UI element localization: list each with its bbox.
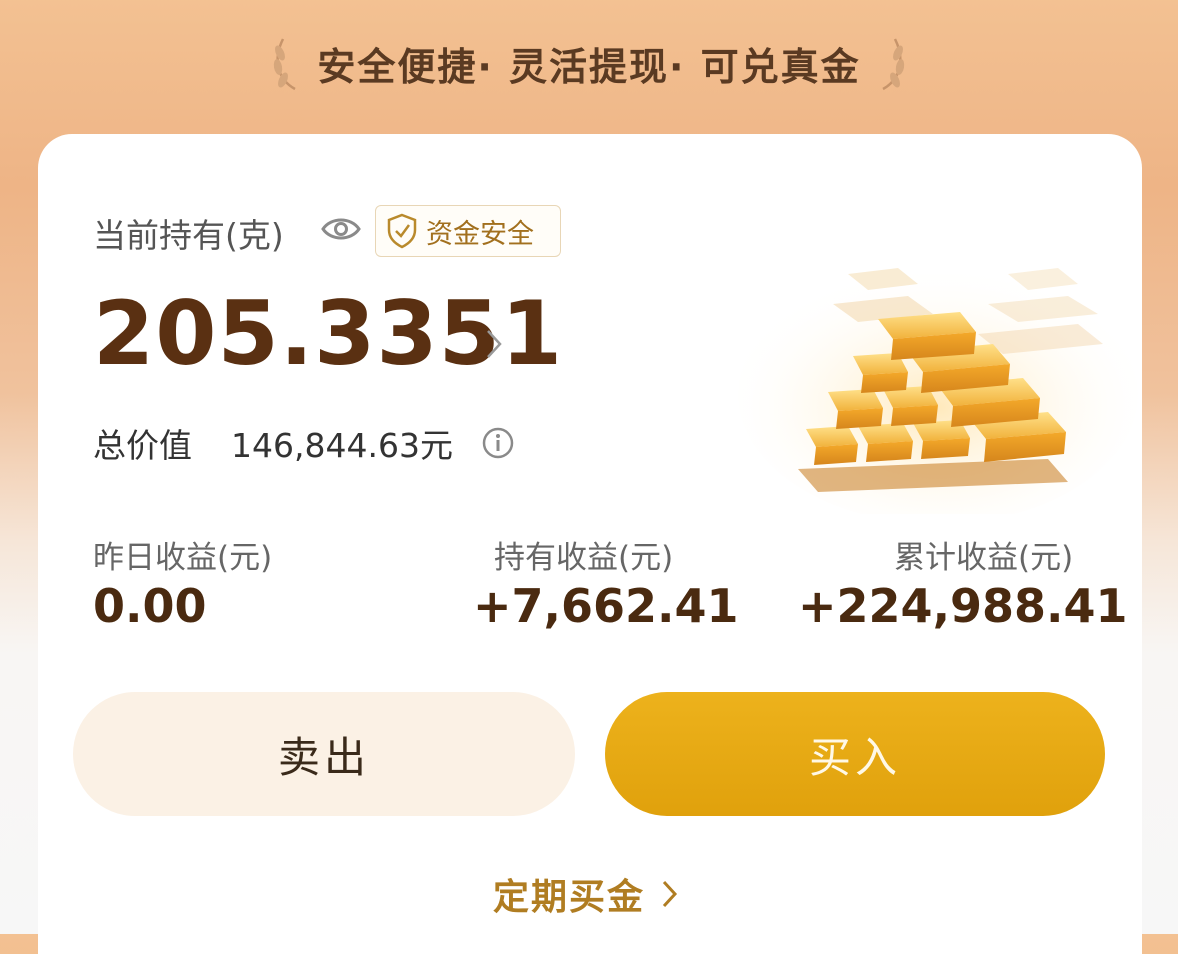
total-value-label: 总价值 bbox=[93, 426, 192, 465]
buy-button-label: 买入 bbox=[808, 733, 901, 781]
chevron-right-icon bbox=[662, 880, 678, 908]
laurel-left-icon bbox=[274, 37, 296, 90]
stat-yesterday-value: 0.00 bbox=[93, 579, 207, 633]
gold-bars-image bbox=[738, 264, 1138, 514]
regular-buy-label: 定期买金 bbox=[493, 877, 646, 918]
shield-check-icon bbox=[387, 213, 417, 249]
laurel-right-icon bbox=[882, 37, 904, 90]
holding-label: 当前持有(克) bbox=[93, 216, 284, 255]
sell-button-label: 卖出 bbox=[277, 733, 370, 781]
stat-holding-value: +7,662.41 bbox=[473, 579, 739, 633]
banner-slogan: 安全便捷· 灵活提现· 可兑真金 bbox=[317, 45, 861, 89]
eye-icon[interactable] bbox=[321, 214, 361, 244]
badge-text: 资金安全 bbox=[426, 218, 534, 250]
stat-holding-label: 持有收益(元) bbox=[494, 540, 674, 576]
sell-button[interactable]: 卖出 bbox=[73, 692, 575, 816]
info-icon[interactable] bbox=[481, 426, 515, 460]
total-value-amount: 146,844.63元 bbox=[231, 426, 453, 465]
stat-cumulative-label: 累计收益(元) bbox=[894, 540, 1074, 576]
fund-safety-badge: 资金安全 bbox=[375, 205, 561, 257]
holding-card: 当前持有(克) 资金安全 205.3351 总价值 146,844.63元 昨日… bbox=[38, 134, 1142, 954]
chevron-right-icon[interactable] bbox=[483, 326, 505, 362]
buy-button[interactable]: 买入 bbox=[605, 692, 1105, 816]
regular-buy-link[interactable]: 定期买金 bbox=[493, 869, 681, 919]
stat-yesterday-label: 昨日收益(元) bbox=[93, 540, 273, 576]
stat-cumulative-value: +224,988.41 bbox=[798, 579, 1128, 633]
top-banner: 安全便捷· 灵活提现· 可兑真金 bbox=[0, 0, 1178, 135]
